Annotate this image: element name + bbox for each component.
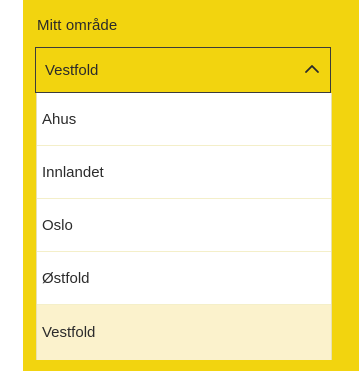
- field-label: Mitt område: [37, 17, 118, 34]
- option-oslo[interactable]: Oslo: [37, 199, 331, 252]
- options-list: Ahus Innlandet Oslo Østfold Vestfold: [36, 93, 332, 360]
- option-label: Oslo: [42, 216, 73, 234]
- option-innlandet[interactable]: Innlandet: [37, 146, 331, 199]
- option-ostfold[interactable]: Østfold: [37, 252, 331, 305]
- option-label: Ahus: [42, 110, 77, 128]
- option-label: Østfold: [42, 269, 90, 287]
- chevron-up-icon: [304, 63, 320, 75]
- option-ahus[interactable]: Ahus: [37, 93, 331, 146]
- option-label: Vestfold: [42, 324, 96, 341]
- area-select[interactable]: Vestfold: [35, 47, 331, 93]
- option-label: Innlandet: [42, 163, 104, 181]
- area-select-panel: Mitt område Vestfold Ahus Innlandet Oslo…: [23, 0, 359, 371]
- selected-value: Vestfold: [45, 62, 99, 79]
- option-vestfold[interactable]: Vestfold: [37, 305, 331, 360]
